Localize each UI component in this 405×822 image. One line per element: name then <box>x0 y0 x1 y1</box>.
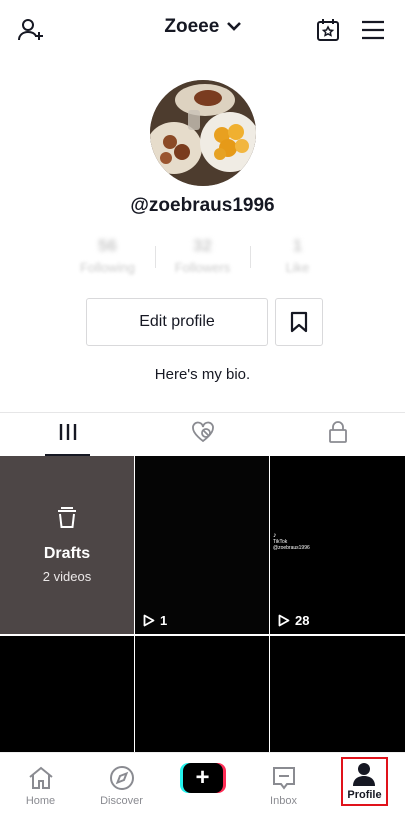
home-icon <box>28 766 53 789</box>
nav-discover-label: Discover <box>100 795 143 807</box>
account-switcher[interactable]: Zoeee <box>0 16 405 38</box>
create-plus-icon: + <box>179 763 226 793</box>
bottom-navigation: Home Discover + Inbox Profile <box>0 752 405 822</box>
view-count: 1 <box>143 613 167 628</box>
tab-videos[interactable] <box>0 413 135 456</box>
nav-discover[interactable]: Discover <box>81 753 162 822</box>
nav-create[interactable]: + <box>162 753 243 822</box>
nav-profile[interactable]: Profile <box>324 753 405 822</box>
nav-home[interactable]: Home <box>0 753 81 822</box>
play-icon <box>143 614 155 627</box>
avatar[interactable] <box>150 80 256 186</box>
tab-liked[interactable] <box>135 413 270 456</box>
view-count-value: 28 <box>295 613 310 628</box>
top-bar: Zoeee <box>0 0 405 60</box>
creator-calendar-icon[interactable] <box>314 16 342 44</box>
grid-icon <box>58 423 78 446</box>
stat-following[interactable]: 56 Following <box>60 236 155 282</box>
video-tile[interactable] <box>270 636 405 752</box>
drafts-count: 2 videos <box>42 569 92 584</box>
nav-profile-label: Profile <box>347 789 382 801</box>
stat-likes[interactable]: 1 Like <box>250 236 345 282</box>
video-tile[interactable] <box>135 636 269 752</box>
nav-inbox[interactable]: Inbox <box>243 753 324 822</box>
menu-icon[interactable] <box>359 16 387 44</box>
tiktok-watermark: ♪ TikTok @zoebraus1996 <box>273 532 310 551</box>
stat-value: 32 <box>193 236 212 255</box>
stat-label: Like <box>285 260 310 275</box>
watermark-user: @zoebraus1996 <box>273 545 310 551</box>
nav-inbox-label: Inbox <box>270 795 297 807</box>
profile-highlight-box: Profile <box>341 757 388 806</box>
video-grid: Drafts 2 videos 1 ♪ TikTok @zoebraus1996… <box>0 456 405 752</box>
profile-stats: 56 Following 32 Followers 1 Like <box>60 236 345 282</box>
video-tile[interactable]: 1 <box>135 456 269 634</box>
drafts-tile[interactable]: Drafts 2 videos <box>0 456 134 634</box>
stat-value: 56 <box>98 236 117 255</box>
drafts-icon <box>55 506 79 535</box>
bookmark-icon[interactable] <box>275 298 323 346</box>
liked-heart-icon <box>191 421 215 448</box>
drafts-title: Drafts <box>43 545 91 562</box>
chevron-down-icon <box>226 16 241 38</box>
play-icon <box>278 614 290 627</box>
stat-followers[interactable]: 32 Followers <box>155 236 250 282</box>
bio: Here's my bio. <box>154 366 251 383</box>
stat-value: 1 <box>292 236 303 255</box>
tab-private[interactable] <box>270 413 405 456</box>
lock-icon <box>328 421 348 448</box>
account-name: Zoeee <box>164 16 220 38</box>
nav-home-label: Home <box>25 795 56 807</box>
content-tabs <box>0 412 405 456</box>
stat-label: Following <box>80 260 135 275</box>
video-tile[interactable] <box>0 636 134 752</box>
compass-icon <box>109 766 134 790</box>
view-count-value: 1 <box>160 613 168 628</box>
username: @zoebraus1996 <box>130 195 275 216</box>
view-count: 28 <box>278 613 309 628</box>
stat-label: Followers <box>174 260 231 275</box>
profile-icon <box>353 763 376 786</box>
edit-profile-button[interactable]: Edit profile <box>86 298 268 346</box>
inbox-icon <box>272 767 295 790</box>
video-tile[interactable]: ♪ TikTok @zoebraus1996 28 <box>270 456 405 634</box>
